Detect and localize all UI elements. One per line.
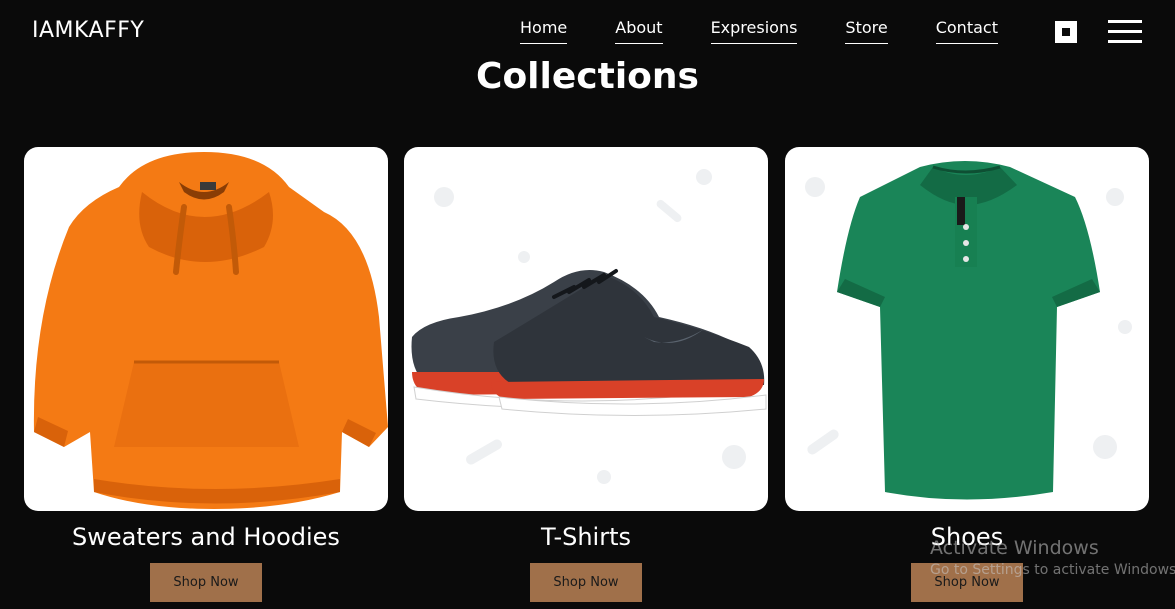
card-tshirts: T-Shirts Shop Now (404, 147, 768, 602)
shop-now-button[interactable]: Shop Now (530, 563, 642, 602)
square-icon[interactable] (1055, 21, 1077, 43)
hamburger-menu-icon[interactable] (1108, 20, 1142, 44)
hoodie-image[interactable] (24, 147, 388, 511)
sneakers-image[interactable] (404, 147, 768, 511)
card-shoes: Shoes Shop Now (785, 147, 1149, 602)
nav-store[interactable]: Store (845, 18, 888, 44)
nav-contact[interactable]: Contact (935, 18, 998, 44)
shop-now-button[interactable]: Shop Now (150, 563, 262, 602)
brand-logo[interactable]: IAMKAFFY (32, 18, 144, 43)
shop-now-button[interactable]: Shop Now (911, 563, 1023, 602)
card-title: Sweaters and Hoodies (72, 523, 340, 551)
card-sweaters-hoodies: Sweaters and Hoodies Shop Now (24, 147, 388, 602)
polo-shirt-image[interactable] (785, 147, 1149, 511)
nav-home[interactable]: Home (520, 18, 568, 44)
top-navbar: IAMKAFFY Home About Expresions Store Con… (0, 0, 1175, 62)
nav-about[interactable]: About (615, 18, 663, 44)
card-title: Shoes (930, 523, 1004, 551)
nav-links: Home About Expresions Store Contact (520, 18, 998, 44)
page-title: Collections (476, 56, 699, 97)
nav-expresions[interactable]: Expresions (710, 18, 798, 44)
card-title: T-Shirts (540, 523, 631, 551)
